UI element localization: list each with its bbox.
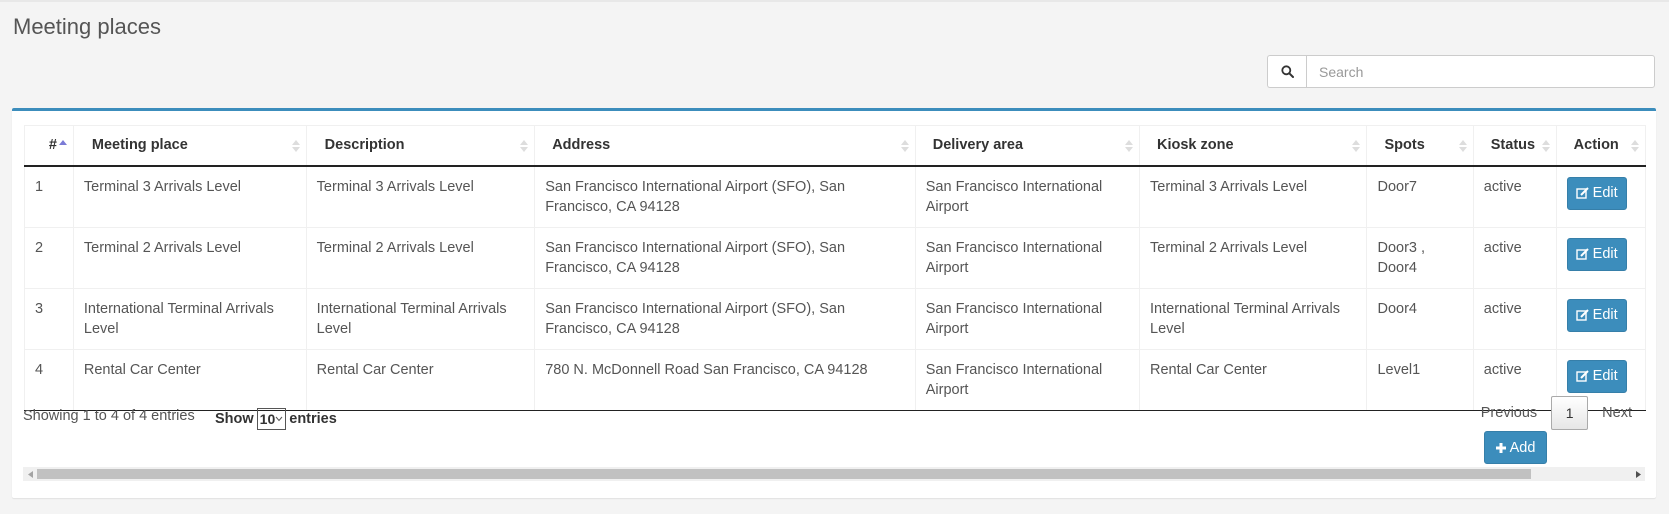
edit-icon [1575, 186, 1589, 199]
cell-spots: Door7 [1366, 165, 1474, 228]
page-length-control: Show 10 entries [215, 408, 337, 430]
edit-icon [1575, 369, 1589, 382]
cell-description: Rental Car Center [305, 348, 536, 411]
cell-kiosk-zone: International Terminal Arrivals Level [1139, 287, 1368, 350]
cell-action: Edit [1555, 226, 1647, 289]
pagination: Previous 1 Next [1467, 396, 1646, 430]
cell-delivery-area: San Francisco International Airport [914, 287, 1141, 350]
table-header-row: # Meeting place Description Address Deli… [24, 125, 1647, 167]
cell-meeting-place: Terminal 3 Arrivals Level [72, 165, 307, 228]
cell-action: Edit [1555, 287, 1647, 350]
plus-icon [1495, 442, 1506, 453]
cell-meeting-place: Terminal 2 Arrivals Level [72, 226, 307, 289]
cell-meeting-place: Rental Car Center [72, 348, 307, 411]
cell-description: Terminal 2 Arrivals Level [305, 226, 536, 289]
page-length-select[interactable]: 10 [256, 408, 287, 430]
cell-kiosk-zone: Terminal 3 Arrivals Level [1139, 165, 1368, 228]
cell-spots: Door4 [1366, 287, 1474, 350]
table-info: Showing 1 to 4 of 4 entries [23, 408, 195, 424]
column-header-meeting-place[interactable]: Meeting place [72, 125, 307, 167]
edit-icon [1575, 247, 1589, 260]
scrollbar-thumb[interactable] [37, 469, 1531, 479]
search-input[interactable] [1306, 55, 1655, 88]
page-button-current[interactable]: 1 [1551, 396, 1589, 430]
cell-status: active [1472, 287, 1557, 350]
edit-button[interactable]: Edit [1566, 298, 1627, 332]
add-button[interactable]: Add [1484, 431, 1547, 464]
horizontal-scrollbar[interactable] [23, 467, 1645, 481]
scroll-left-icon[interactable] [23, 467, 37, 481]
cell-kiosk-zone: Rental Car Center [1139, 348, 1368, 411]
column-header-address[interactable]: Address [534, 125, 916, 167]
next-page-button[interactable]: Next [1588, 396, 1646, 430]
column-header-spots[interactable]: Spots [1366, 125, 1474, 167]
column-header-status[interactable]: Status [1472, 125, 1557, 167]
cell-delivery-area: San Francisco International Airport [914, 348, 1141, 411]
scroll-right-icon[interactable] [1631, 467, 1645, 481]
sort-asc-icon [58, 140, 67, 145]
sort-both-icon [900, 140, 909, 152]
cell-address: San Francisco International Airport (SFO… [534, 287, 916, 350]
search-group [1267, 55, 1655, 88]
cell-number: 3 [24, 287, 74, 350]
previous-page-button[interactable]: Previous [1467, 396, 1551, 430]
meeting-places-box: # Meeting place Description Address Deli… [12, 108, 1656, 498]
sort-both-icon [1125, 140, 1134, 152]
edit-icon [1575, 308, 1589, 321]
column-header-delivery-area[interactable]: Delivery area [914, 125, 1141, 167]
chevron-down-icon [275, 416, 283, 422]
sort-both-icon [1541, 140, 1550, 152]
edit-button[interactable]: Edit [1566, 176, 1627, 210]
edit-button[interactable]: Edit [1566, 359, 1627, 393]
cell-description: International Terminal Arrivals Level [305, 287, 536, 350]
top-border [0, 0, 1669, 2]
cell-meeting-place: International Terminal Arrivals Level [72, 287, 307, 350]
cell-status: active [1472, 226, 1557, 289]
sort-both-icon [291, 140, 300, 152]
cell-address: San Francisco International Airport (SFO… [534, 226, 916, 289]
cell-address: San Francisco International Airport (SFO… [534, 165, 916, 228]
column-header-kiosk-zone[interactable]: Kiosk zone [1139, 125, 1368, 167]
sort-both-icon [1631, 140, 1639, 152]
sort-both-icon [1458, 140, 1467, 152]
cell-status: active [1472, 165, 1557, 228]
cell-address: 780 N. McDonnell Road San Francisco, CA … [534, 348, 916, 411]
cell-kiosk-zone: Terminal 2 Arrivals Level [1139, 226, 1368, 289]
sort-both-icon [1352, 140, 1361, 152]
cell-number: 2 [24, 226, 74, 289]
cell-spots: Level1 [1366, 348, 1474, 411]
cell-delivery-area: San Francisco International Airport [914, 226, 1141, 289]
cell-number: 4 [24, 348, 74, 411]
meeting-places-table: # Meeting place Description Address Deli… [24, 125, 1647, 411]
cell-action: Edit [1555, 165, 1647, 228]
cell-description: Terminal 3 Arrivals Level [305, 165, 536, 228]
cell-delivery-area: San Francisco International Airport [914, 165, 1141, 228]
table-row: 2 Terminal 2 Arrivals Level Terminal 2 A… [24, 226, 1647, 289]
column-header-action[interactable]: Action [1555, 125, 1647, 167]
sort-both-icon [520, 140, 529, 152]
cell-spots: Door3 , Door4 [1366, 226, 1474, 289]
edit-button[interactable]: Edit [1566, 237, 1627, 271]
table-row: 3 International Terminal Arrivals Level … [24, 287, 1647, 350]
search-icon [1280, 65, 1294, 78]
column-header-number[interactable]: # [24, 125, 74, 167]
table-row: 4 Rental Car Center Rental Car Center 78… [24, 348, 1647, 411]
page-title: Meeting places [13, 14, 161, 39]
column-header-description[interactable]: Description [305, 125, 536, 167]
search-button[interactable] [1267, 55, 1306, 88]
table-row: 1 Terminal 3 Arrivals Level Terminal 3 A… [24, 165, 1647, 228]
cell-number: 1 [24, 165, 74, 228]
